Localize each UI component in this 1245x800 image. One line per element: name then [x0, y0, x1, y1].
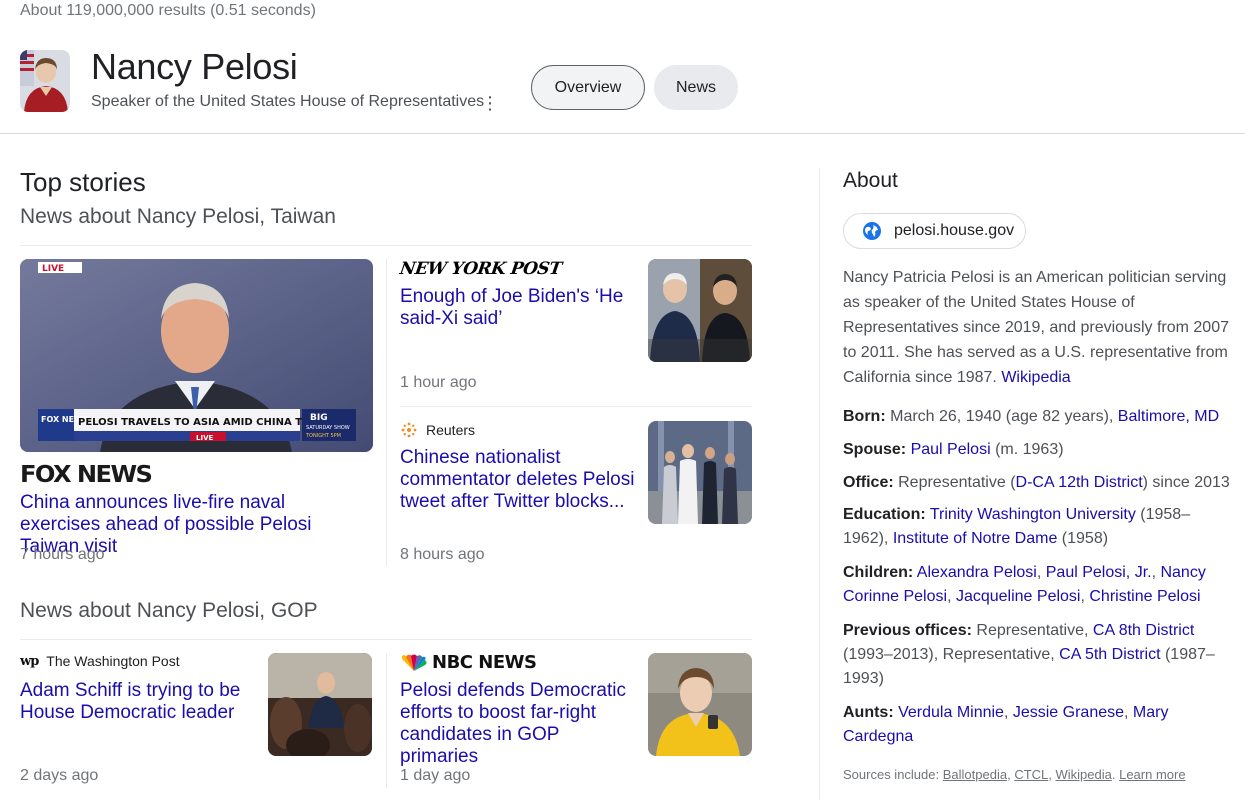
divider [386, 653, 387, 788]
source-name: The Washington Post [46, 653, 180, 669]
fact-label: Previous offices: [843, 622, 972, 639]
fact-link[interactable]: D-CA 12th District [1016, 474, 1143, 491]
learn-more-link[interactable]: Learn more [1119, 767, 1185, 782]
reuters-icon [401, 422, 417, 438]
thumb-saturday-text: SATURDAY SHOW [306, 425, 350, 431]
fact-link[interactable]: CA 5th District [1059, 646, 1160, 663]
fact-link[interactable]: Christine Pelosi [1089, 588, 1200, 605]
fact-link[interactable]: Verdula Minnie [898, 704, 1004, 721]
nbc-peacock-icon [401, 654, 427, 671]
more-options-icon[interactable]: ⋮ [481, 93, 499, 113]
story-title[interactable]: Enough of Joe Biden's ‘He said-Xi said’ [400, 286, 630, 330]
website-link[interactable]: pelosi.house.gov [894, 222, 1014, 240]
result-stats: About 119,000,000 results (0.51 seconds) [20, 2, 316, 19]
story-time: 7 hours ago [20, 546, 105, 563]
globe-icon [863, 222, 881, 240]
fact-link[interactable]: Paul Pelosi, Jr. [1046, 564, 1152, 581]
source-link[interactable]: Ballotpedia [943, 767, 1007, 782]
fact-link[interactable]: Baltimore, MD [1118, 408, 1219, 425]
story-time: 2 days ago [20, 767, 99, 784]
group-heading-taiwan: News about Nancy Pelosi, Taiwan [20, 205, 336, 228]
fact-aunts: Aunts: Verdula Minnie, Jessie Granese, M… [843, 704, 1169, 745]
story-title[interactable]: Pelosi defends Democratic efforts to boo… [400, 680, 635, 768]
website-chip[interactable]: pelosi.house.gov [843, 213, 1026, 249]
fact-link[interactable]: Trinity Washington University [930, 506, 1136, 523]
fact-link[interactable]: CA 8th District [1093, 622, 1194, 639]
source-reuters: Reuters [400, 421, 475, 439]
tab-news[interactable]: News [654, 65, 738, 110]
fact-link[interactable]: Jessie Granese [1013, 704, 1124, 721]
entity-title: Nancy Pelosi [91, 46, 298, 87]
source-link[interactable]: Wikipedia [1056, 767, 1112, 782]
fact-value: ) since 2013 [1142, 474, 1230, 491]
source-link[interactable]: CTCL [1014, 767, 1048, 782]
story-time: 1 day ago [400, 767, 471, 784]
fact-spouse: Spouse: Paul Pelosi (m. 1963) [843, 438, 1233, 462]
story-time: 1 hour ago [400, 374, 477, 391]
wikipedia-link[interactable]: Wikipedia [1001, 369, 1070, 386]
thumb-tonight-text: TONIGHT 5PM [305, 433, 341, 439]
sources-line: Sources include: Ballotpedia, CTCL, Wiki… [843, 767, 1186, 782]
group-heading-gop: News about Nancy Pelosi, GOP [20, 599, 318, 622]
story-thumbnail-schiff[interactable] [268, 653, 372, 756]
tab-overview[interactable]: Overview [531, 65, 645, 110]
fact-born: Born: March 26, 1940 (age 82 years), Bal… [843, 405, 1233, 429]
fact-link[interactable]: Institute of Notre Dame [893, 530, 1058, 547]
fact-value: Representative, [976, 622, 1089, 639]
source-name: NBC NEWS [432, 652, 537, 673]
top-stories-title: Top stories [20, 167, 146, 197]
story-thumbnail-pelosi-yellow[interactable] [648, 653, 752, 756]
fact-value: Representative ( [898, 474, 1016, 491]
entity-description: Nancy Patricia Pelosi is an American pol… [843, 265, 1233, 390]
fact-education: Education: Trinity Washington University… [843, 503, 1233, 551]
fact-value: (1993–2013), Representative, [843, 646, 1055, 663]
fact-value: March 26, 1940 (age 82 years), [890, 408, 1114, 425]
divider [20, 245, 752, 246]
fact-value: (1958) [1061, 530, 1109, 547]
fact-link[interactable]: Paul Pelosi [911, 441, 991, 458]
entity-subtitle: Speaker of the United States House of Re… [91, 93, 485, 110]
fact-label: Education: [843, 506, 926, 523]
fact-link[interactable]: Alexandra Pelosi [917, 564, 1037, 581]
about-panel: About pelosi.house.gov Nancy Patricia Pe… [819, 168, 1245, 800]
source-logo-nbc-news: NBC NEWS [400, 652, 537, 673]
thumb-live2-text: LIVE [196, 434, 213, 442]
thumb-live-text: LIVE [42, 264, 64, 274]
divider [20, 639, 752, 640]
about-title: About [843, 169, 898, 192]
fact-value: (m. 1963) [995, 441, 1064, 458]
source-logo-fox-news: FOX NEWS [20, 462, 153, 488]
thumb-big-text: BIG [310, 413, 328, 423]
divider [400, 406, 752, 407]
entity-avatar[interactable] [20, 50, 70, 112]
fact-label: Spouse: [843, 441, 907, 458]
story-title[interactable]: Adam Schiff is trying to be House Democr… [20, 680, 255, 724]
fact-office: Office: Representative (D-CA 12th Distri… [843, 471, 1233, 495]
entity-header: Nancy Pelosi Speaker of the United State… [0, 40, 1245, 134]
story-thumbnail-pelosi-walk[interactable] [648, 421, 752, 524]
fact-children: Children: Alexandra Pelosi, Paul Pelosi,… [843, 564, 1206, 605]
story-thumbnail-fox[interactable]: LIVE FOX NEWS PELOSI TRAVELS TO ASIA AMI… [20, 259, 373, 452]
source-name: Reuters [426, 422, 476, 438]
divider [386, 259, 387, 566]
washington-post-icon: wp [20, 653, 39, 669]
fact-label: Aunts: [843, 704, 894, 721]
story-thumbnail-biden-xi[interactable] [648, 259, 752, 362]
story-title[interactable]: Chinese nationalist commentator deletes … [400, 447, 635, 513]
fact-label: Children: [843, 564, 914, 581]
fact-previous-offices: Previous offices: Representative, CA 8th… [843, 619, 1233, 691]
source-logo-new-york-post: NEW YORK POST [398, 259, 563, 279]
fact-link[interactable]: Jacqueline Pelosi [956, 588, 1081, 605]
fact-label: Born: [843, 408, 886, 425]
fact-label: Office: [843, 474, 894, 491]
source-washington-post: wp The Washington Post [20, 653, 180, 669]
sources-prefix: Sources include: [843, 767, 940, 782]
story-time: 8 hours ago [400, 546, 485, 563]
